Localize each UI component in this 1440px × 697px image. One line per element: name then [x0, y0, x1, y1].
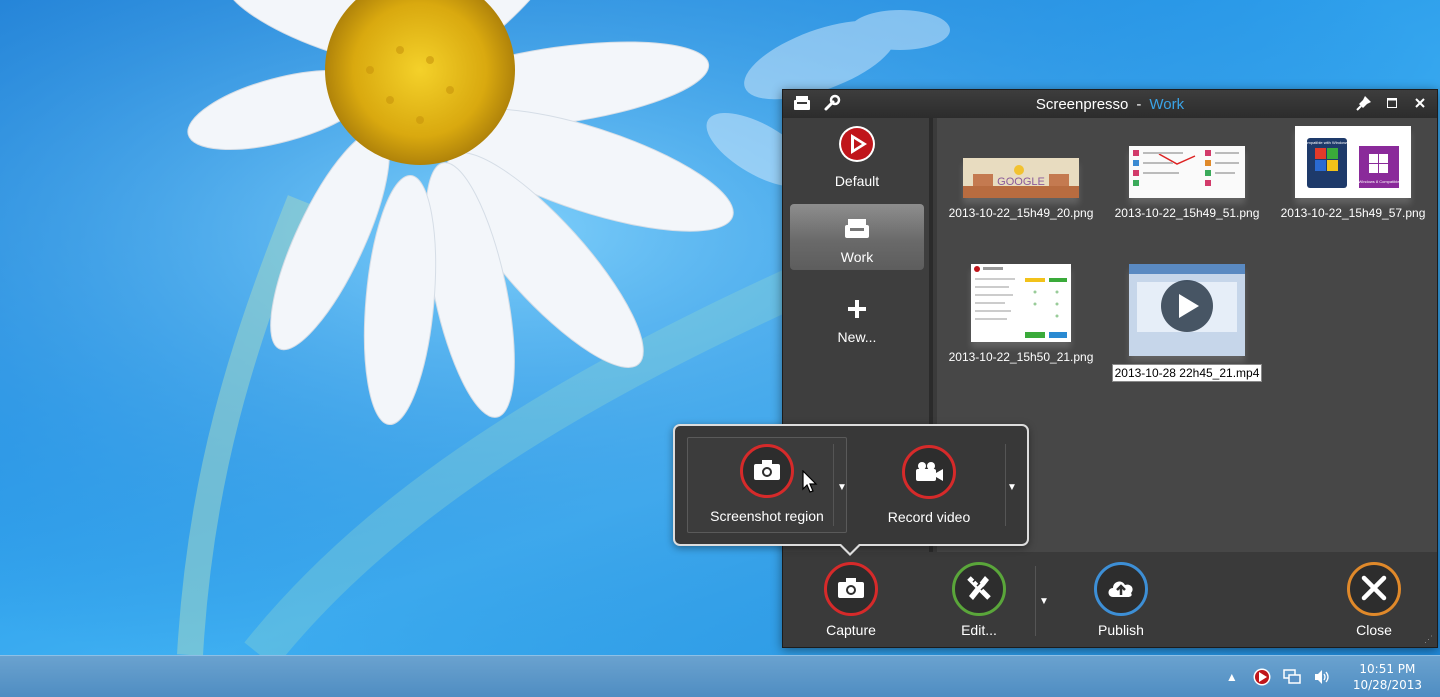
close-x-icon	[1361, 575, 1387, 604]
thumb-google-text: GOOGLE	[997, 176, 1045, 188]
screenshot-ring	[740, 444, 794, 498]
capture-button[interactable]: Capture	[801, 562, 901, 638]
record-video-label: Record video	[887, 509, 971, 525]
thumbnail-image	[971, 264, 1071, 342]
video-ring	[902, 445, 956, 499]
workspace-name: Work	[1149, 96, 1185, 113]
clock-time: 10:51 PM	[1359, 662, 1416, 676]
publish-ring	[1094, 562, 1148, 616]
close-label: Close	[1356, 622, 1392, 638]
screenshot-region-label: Screenshot region	[710, 508, 824, 524]
file-name: 2013-10-22_15h49_57.png	[1280, 206, 1426, 220]
record-video-button[interactable]: Record video	[849, 437, 1009, 533]
thumbnail-image: GOOGLE	[963, 158, 1079, 198]
thumbnail-image	[1129, 264, 1245, 356]
file-name: 2013-10-22_15h50_21.png	[948, 350, 1094, 364]
close-window-icon[interactable]	[1411, 94, 1429, 112]
edit-button[interactable]: Edit...	[929, 562, 1029, 638]
plus-icon	[847, 299, 867, 322]
camera-icon	[753, 459, 781, 484]
action-toolbar: Capture Edit... ▼ Publish Close ⋰	[783, 552, 1437, 647]
show-hidden-icons-icon[interactable]: ▲	[1223, 668, 1241, 686]
sidebar-item-label: Work	[840, 249, 874, 265]
gallery-item[interactable]: GOOGLE 2013-10-22_15h49_20.png	[941, 158, 1101, 220]
mouse-cursor-icon	[802, 469, 818, 499]
app-name: Screenpresso	[1035, 96, 1129, 113]
camera-icon	[837, 577, 865, 602]
file-name: 2013-10-22_15h49_51.png	[1114, 206, 1260, 220]
edit-ring	[952, 562, 1006, 616]
publish-label: Publish	[1098, 622, 1144, 638]
network-icon[interactable]	[1283, 668, 1301, 686]
title-separator: -	[1136, 96, 1142, 113]
thumb-win8-text: Windows 8 Compatible	[1359, 179, 1401, 184]
screenpresso-logo-icon	[838, 125, 876, 166]
screenshot-region-button[interactable]: Screenshot region	[687, 437, 847, 533]
capture-label: Capture	[826, 622, 876, 638]
capture-ring	[824, 562, 878, 616]
maximize-icon[interactable]	[1383, 94, 1401, 112]
clock-date: 10/28/2013	[1352, 678, 1422, 692]
system-tray: ▲ 10:51 PM 10/28/2013	[1223, 656, 1440, 697]
close-button[interactable]: Close	[1324, 562, 1424, 638]
pencil-ruler-icon	[965, 574, 993, 605]
thumb-win7-text: Compatible with Windows 7	[1302, 140, 1352, 145]
capture-popup: Screenshot region ▼ Record video ▼	[673, 424, 1029, 546]
video-dropdown-arrow-icon[interactable]: ▼	[1007, 482, 1017, 493]
sidebar-item-label: Default	[834, 173, 880, 189]
edit-label: Edit...	[961, 622, 997, 638]
sidebar-item-work[interactable]: Work	[790, 204, 924, 270]
resize-grip-icon[interactable]: ⋰	[1424, 634, 1434, 644]
sidebar-item-new[interactable]: New...	[790, 284, 924, 350]
file-name: 2013-10-22_15h49_20.png	[948, 206, 1094, 220]
volume-icon[interactable]	[1313, 668, 1331, 686]
publish-button[interactable]: Publish	[1071, 562, 1171, 638]
sidebar-item-label: New...	[837, 329, 877, 345]
pin-icon[interactable]	[1355, 94, 1373, 112]
title-bar[interactable]: Screenpresso - Work	[783, 90, 1437, 118]
taskbar-clock[interactable]: 10:51 PM 10/28/2013	[1353, 661, 1422, 693]
gallery-item[interactable]: Compatible with Windows 7 Windows 8 Compa…	[1273, 126, 1433, 220]
sidebar-item-default[interactable]: Default	[790, 125, 924, 194]
close-ring	[1347, 562, 1401, 616]
edit-dropdown-arrow-icon[interactable]: ▼	[1039, 596, 1049, 607]
screenpresso-window: Screenpresso - Work Default Work New... …	[782, 89, 1438, 648]
taskbar: ▲ 10:51 PM 10/28/2013	[0, 655, 1440, 697]
file-name-selected[interactable]: 2013-10-28 22h45_21.mp4	[1111, 364, 1263, 382]
window-title: Screenpresso - Work	[783, 96, 1437, 113]
gallery-item[interactable]: 2013-10-28 22h45_21.mp4	[1107, 264, 1267, 382]
popup-divider	[1005, 444, 1006, 526]
gallery-item[interactable]: 2013-10-22_15h50_21.png	[941, 264, 1101, 364]
screenshot-dropdown-arrow-icon[interactable]: ▼	[837, 482, 847, 493]
screenpresso-tray-icon[interactable]	[1253, 668, 1271, 686]
toolbar-divider	[1035, 566, 1036, 636]
popup-divider	[833, 444, 834, 526]
thumbnail-image: Compatible with Windows 7 Windows 8 Compa…	[1295, 126, 1411, 198]
gallery-item[interactable]: 2013-10-22_15h49_51.png	[1107, 146, 1267, 220]
thumbnail-image	[1129, 146, 1245, 198]
work-folder-icon	[844, 217, 870, 242]
popup-pointer-inner	[840, 543, 860, 553]
cloud-upload-icon	[1106, 577, 1136, 602]
video-camera-icon	[914, 460, 944, 485]
